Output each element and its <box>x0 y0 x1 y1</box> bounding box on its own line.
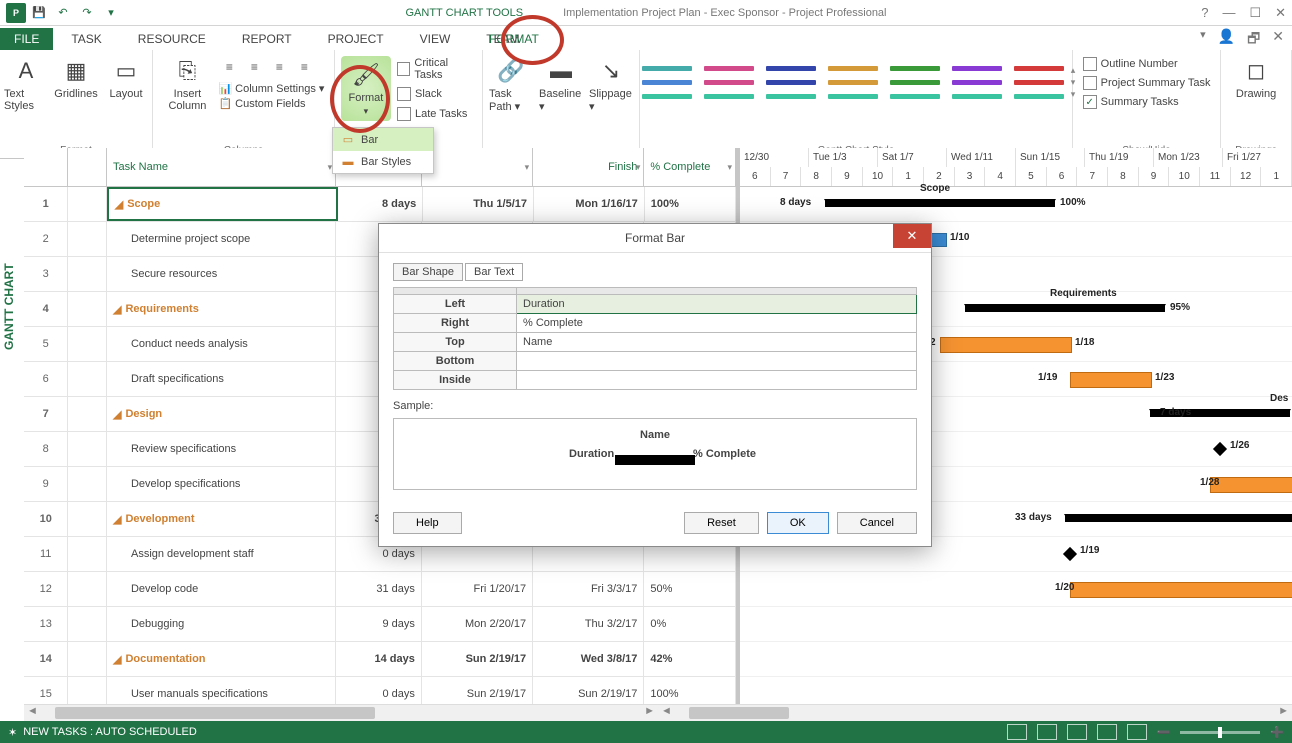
qat-more-icon[interactable]: ▾ <box>100 2 122 24</box>
zoom-in-icon[interactable]: ➕ <box>1270 726 1284 739</box>
view-icon-5[interactable] <box>1127 724 1147 740</box>
reset-button[interactable]: Reset <box>684 512 759 534</box>
table-row[interactable]: 12Develop code31 daysFri 1/20/17Fri 3/3/… <box>24 572 736 607</box>
outline-number-checkbox[interactable]: Outline Number <box>1083 56 1211 72</box>
tab-bar-shape[interactable]: Bar Shape <box>393 263 463 281</box>
bar-text-right-value[interactable]: % Complete <box>517 314 917 333</box>
project-app-icon: P <box>6 3 26 23</box>
ribbon-tabs: FILE TASK RESOURCE REPORT PROJECT VIEW T… <box>0 26 1292 50</box>
bar-text-left-value[interactable]: Duration <box>517 295 917 314</box>
tab-report[interactable]: REPORT <box>224 28 310 50</box>
tab-format[interactable]: FORMAT <box>467 28 561 50</box>
view-icon-3[interactable] <box>1067 724 1087 740</box>
minimize-icon[interactable]: — <box>1222 5 1235 21</box>
format-dropdown: ▭Bar ▬Bar Styles <box>332 127 434 174</box>
gridlines-button[interactable]: ▦Gridlines <box>54 56 98 100</box>
tab-project[interactable]: PROJECT <box>310 28 402 50</box>
zoom-slider[interactable] <box>1180 731 1260 734</box>
tab-view[interactable]: VIEW <box>402 28 469 50</box>
tab-file[interactable]: FILE <box>0 28 53 50</box>
tab-task[interactable]: TASK <box>53 28 119 50</box>
tab-resource[interactable]: RESOURCE <box>120 28 224 50</box>
contextual-tab-label: GANTT CHART TOOLS <box>405 7 523 19</box>
ribbon: AText Styles ▦Gridlines ▭Layout Format ⎘… <box>0 50 1292 159</box>
maximize-icon[interactable]: ☐ <box>1249 5 1261 21</box>
status-text: NEW TASKS : AUTO SCHEDULED <box>23 726 197 738</box>
baseline-button[interactable]: ▬Baseline ▾ <box>539 56 583 113</box>
bar-text-inside-value[interactable] <box>517 371 917 390</box>
custom-fields-button[interactable]: 📋 Custom Fields <box>218 97 324 110</box>
slippage-button[interactable]: ↘Slippage ▾ <box>589 56 633 113</box>
help-button[interactable]: Help <box>393 512 462 534</box>
horizontal-scrollbar[interactable]: ◄ ► ◄ ► <box>24 704 1292 721</box>
format-bar-button[interactable]: 🖌Format▾ <box>341 56 391 121</box>
zoom-out-icon[interactable]: ➖ <box>1157 726 1171 739</box>
table-row[interactable]: 14◢Documentation14 daysSun 2/19/17Wed 3/… <box>24 642 736 677</box>
view-icon-4[interactable] <box>1097 724 1117 740</box>
critical-tasks-checkbox[interactable]: Critical Tasks <box>397 56 476 82</box>
dialog-title: Format Bar <box>625 231 685 245</box>
layout-button[interactable]: ▭Layout <box>104 56 148 100</box>
dropdown-bar-styles[interactable]: ▬Bar Styles <box>333 151 433 173</box>
title-bar: P 💾 ↶ ↷ ▾ GANTT CHART TOOLS Implementati… <box>0 0 1292 26</box>
summary-tasks-checkbox[interactable]: ✓Summary Tasks <box>1083 94 1211 110</box>
col-start[interactable]: ▾ <box>422 148 533 186</box>
insert-column-button[interactable]: ⎘Insert Column <box>162 56 212 112</box>
undo-icon[interactable]: ↶ <box>52 2 74 24</box>
view-icon-1[interactable] <box>1007 724 1027 740</box>
format-bar-dialog: Format Bar ✕ Bar Shape Bar Text LeftDura… <box>378 223 932 547</box>
bar-text-bottom-value[interactable] <box>517 352 917 371</box>
redo-icon[interactable]: ↷ <box>76 2 98 24</box>
table-row[interactable]: 1◢Scope8 daysThu 1/5/17Mon 1/16/17100% <box>24 187 736 222</box>
dialog-close-button[interactable]: ✕ <box>893 224 931 248</box>
text-styles-button[interactable]: AText Styles <box>4 56 48 112</box>
window-title: Implementation Project Plan - Exec Spons… <box>563 7 886 19</box>
view-icon-2[interactable] <box>1037 724 1057 740</box>
save-icon[interactable]: 💾 <box>28 2 50 24</box>
tab-bar-text[interactable]: Bar Text <box>465 263 523 281</box>
ok-button[interactable]: OK <box>767 512 829 534</box>
new-task-mode-icon: ✶ <box>8 726 17 739</box>
col-finish[interactable]: Finish▾ <box>533 148 644 186</box>
status-bar: ✶ NEW TASKS : AUTO SCHEDULED ➖ ➕ <box>0 721 1292 743</box>
slack-checkbox[interactable]: Slack <box>397 86 476 102</box>
help-icon[interactable]: ? <box>1201 5 1208 21</box>
user-account-icon[interactable]: 👤 <box>1218 28 1235 52</box>
bar-text-top-value[interactable]: Name <box>517 333 917 352</box>
project-summary-checkbox[interactable]: Project Summary Task <box>1083 75 1211 91</box>
sample-preview: Name Duration % Complete <box>393 418 917 490</box>
task-path-button[interactable]: 🔗Task Path ▾ <box>489 56 533 113</box>
ribbon-options-icon[interactable]: ▾ <box>1200 28 1206 52</box>
window-close-icon[interactable]: ✕ <box>1272 28 1284 52</box>
window-restore-icon[interactable]: 🗗 <box>1247 28 1260 52</box>
drawing-button[interactable]: ◻Drawing <box>1234 56 1278 100</box>
side-label: GANTT CHART <box>2 263 16 350</box>
gantt-style-gallery[interactable]: ▴▾▾ <box>633 52 1080 112</box>
column-settings-button[interactable]: 📊 Column Settings ▾ <box>218 82 324 95</box>
cancel-button[interactable]: Cancel <box>837 512 917 534</box>
late-tasks-checkbox[interactable]: Late Tasks <box>397 106 476 122</box>
dropdown-bar[interactable]: ▭Bar <box>333 128 433 151</box>
table-row[interactable]: 13Debugging9 daysMon 2/20/17Thu 3/2/170% <box>24 607 736 642</box>
col-complete[interactable]: % Complete▾ <box>644 148 736 186</box>
col-task-name[interactable]: Task Name▾ <box>107 148 336 186</box>
close-icon[interactable]: ✕ <box>1275 5 1286 21</box>
